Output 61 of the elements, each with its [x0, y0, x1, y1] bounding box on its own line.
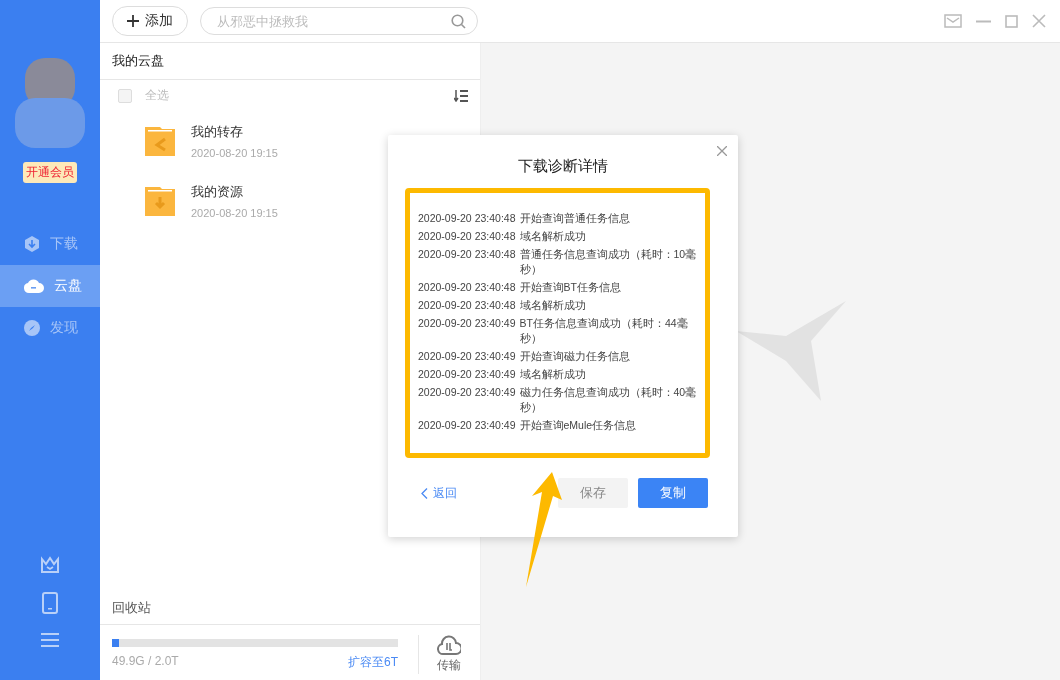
folder-name: 我的转存 — [191, 123, 244, 141]
dialog-title: 下载诊断详情 — [517, 157, 609, 176]
log-time: 2020-09-20 23:40:49 — [418, 349, 516, 364]
log-message: 开始查询普通任务信息 — [519, 211, 631, 226]
minimize-icon[interactable] — [976, 19, 991, 23]
panel-title: 我的云盘 — [100, 43, 480, 80]
sort-icon[interactable] — [454, 89, 468, 102]
log-time: 2020-09-20 23:40:48 — [418, 229, 516, 244]
back-link[interactable]: 返回 — [421, 484, 457, 502]
log-time: 2020-09-20 23:40:48 — [418, 298, 516, 313]
maximize-icon[interactable] — [1005, 14, 1018, 28]
folder-name: 我的资源 — [191, 183, 244, 201]
log-time: 2020-09-20 23:40:49 — [418, 316, 516, 331]
folder-date: 2020-08-20 19:15 — [191, 207, 278, 219]
folder-icon — [145, 186, 175, 216]
log-time: 2020-09-20 23:40:49 — [418, 385, 516, 400]
search-field[interactable]: 从邪恶中拯救我 — [200, 7, 478, 35]
log-message: 域名解析成功 — [519, 229, 587, 244]
cloud-transfer-icon — [437, 635, 461, 655]
nav-item[interactable]: 下载 — [0, 223, 100, 265]
log-time: 2020-09-20 23:40:48 — [418, 247, 516, 262]
add-button[interactable]: 添加 — [112, 6, 188, 36]
select-all-checkbox[interactable] — [118, 88, 132, 103]
transfer-button[interactable]: 传输 — [418, 635, 461, 674]
expand-link[interactable]: 扩容至6T — [348, 653, 398, 671]
copy-button[interactable]: 复制 — [638, 478, 708, 508]
crown-icon[interactable] — [40, 556, 60, 574]
save-button[interactable]: 保存 — [558, 478, 628, 508]
log-message: 域名解析成功 — [519, 367, 587, 382]
download-icon — [24, 236, 40, 252]
log-message: 开始查询磁力任务信息 — [519, 349, 631, 364]
log-time: 2020-09-20 23:40:48 — [418, 211, 516, 226]
storage-usage: 49.9G / 2.0T — [112, 653, 179, 670]
cloud-icon — [24, 279, 44, 293]
plus-icon — [127, 15, 139, 27]
chevron-left-icon — [421, 487, 428, 499]
vip-badge[interactable]: 开通会员 — [23, 162, 77, 183]
recycle-bin-link[interactable]: 回收站 — [100, 599, 480, 625]
log-time: 2020-09-20 23:40:49 — [418, 418, 516, 433]
phone-icon[interactable] — [42, 592, 58, 614]
log-message: 开始查询BT任务信息 — [519, 280, 622, 295]
close-icon[interactable] — [717, 146, 727, 156]
search-icon[interactable] — [451, 14, 466, 29]
nav-item[interactable]: 发现 — [0, 307, 100, 349]
menu-icon[interactable] — [41, 632, 59, 648]
log-message: 磁力任务信息查询成功（耗时：40毫秒） — [519, 385, 697, 415]
log-time: 2020-09-20 23:40:48 — [418, 280, 516, 295]
mail-icon[interactable] — [944, 14, 962, 28]
nav-item[interactable]: 云盘 — [0, 265, 100, 307]
compass-icon — [24, 320, 40, 336]
avatar-icon[interactable] — [15, 58, 85, 148]
folder-item[interactable]: 我的转存 2020-08-20 19:15 — [100, 111, 480, 171]
select-all-label[interactable]: 全选 — [145, 87, 169, 104]
log-message: 域名解析成功 — [519, 298, 587, 313]
log-message: 普通任务信息查询成功（耗时：10毫秒） — [519, 247, 697, 277]
log-time: 2020-09-20 23:40:49 — [418, 367, 516, 382]
log-message: BT任务信息查询成功（耗时：44毫秒） — [519, 316, 689, 346]
close-icon[interactable] — [1032, 14, 1046, 28]
folder-date: 2020-08-20 19:15 — [191, 147, 278, 159]
log-message: 开始查询eMule任务信息 — [519, 418, 638, 433]
folder-icon — [145, 126, 175, 156]
